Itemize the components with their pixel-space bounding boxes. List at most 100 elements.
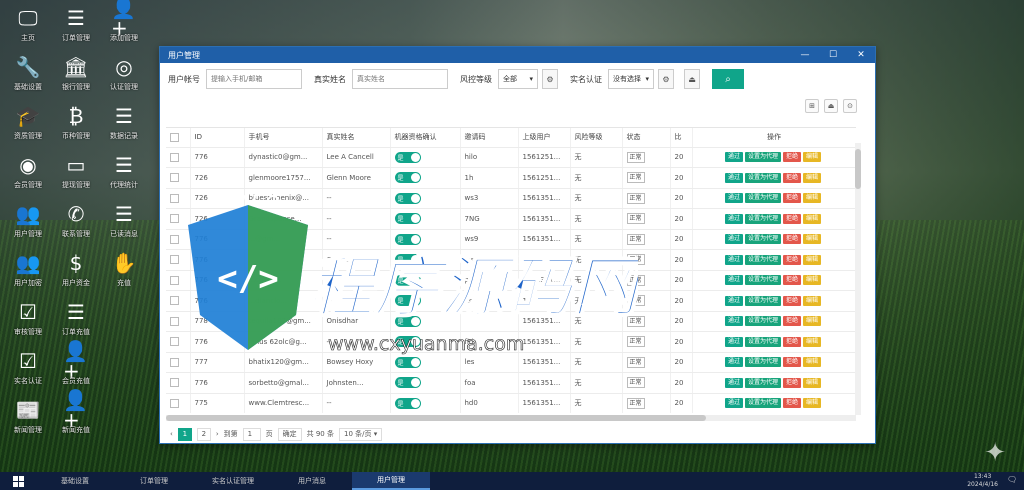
edit-button[interactable]: 编辑 [803,295,822,306]
qualification-toggle[interactable]: 是 [394,192,421,204]
window-titlebar[interactable]: 用户管理 — ☐ ✕ [160,47,875,63]
row-checkbox[interactable] [166,393,191,413]
column-header-name[interactable]: 真实姓名 [322,128,391,148]
desktop-shortcut[interactable]: 📰 新闻管理 [4,396,52,445]
prev-page-button[interactable]: ‹ [170,430,173,438]
audit-status-select[interactable]: 没有选择 ▾ [608,69,654,89]
qualification-toggle[interactable]: 是 [394,397,421,409]
column-header-invite-code[interactable]: 邀请码 [460,128,519,148]
per-page-select[interactable]: 10 条/页 ▾ [338,427,383,441]
desktop-shortcut[interactable]: ✋ 充值 [100,249,148,298]
approve-button[interactable]: 通过 [724,295,743,306]
edit-button[interactable]: 编辑 [803,377,822,388]
qualification-toggle[interactable]: 是 [394,336,421,348]
approve-button[interactable]: 通过 [724,316,743,327]
approve-button[interactable]: 通过 [724,336,743,347]
desktop-shortcut[interactable]: ✆ 联系管理 [52,200,100,249]
desktop-shortcut[interactable]: 🎓 资质管理 [4,102,52,151]
reject-button[interactable]: 拒绝 [783,336,802,347]
desktop-shortcut[interactable]: ☑ 实名认证 [4,347,52,396]
row-checkbox[interactable] [166,229,191,250]
edit-button[interactable]: 编辑 [803,213,822,224]
row-checkbox[interactable] [166,249,191,271]
taskbar-task[interactable]: 实名认证管理 [194,472,272,490]
approve-button[interactable]: 通过 [724,234,743,245]
desktop-shortcut[interactable]: ☰ 已读消息 [100,200,148,249]
reject-button[interactable]: 拒绝 [783,357,802,368]
edit-button[interactable]: 编辑 [803,316,822,327]
qualification-toggle[interactable]: 是 [394,233,421,245]
row-checkbox[interactable] [166,290,191,312]
status-badge[interactable]: 正常 [626,151,645,163]
horizontal-scrollbar-thumb[interactable] [166,415,706,421]
taskbar-task[interactable]: 基础设置 [36,472,114,490]
vertical-scrollbar[interactable] [855,143,861,415]
table-row[interactable]: 776 ...@gm... -- 是 ws9 1561351... 无正常 20 通过 设置为代理… [166,229,856,250]
table-row[interactable]: 776... Castro C. 是 les 1561351... 无正常 20 通过 设置为代… [166,249,856,271]
table-row[interactable]: 776 ...co@g... -- 是 ps 1561351... 无正常 20 通过 设置为代理… [166,270,856,291]
risk-level-select[interactable]: 全部 ▾ [498,69,538,89]
page-2-button[interactable]: 2 [196,427,211,441]
account-search-input[interactable] [206,69,302,89]
approve-button[interactable]: 通过 [724,398,743,409]
qualification-toggle[interactable]: 是 [394,213,421,225]
table-row[interactable]: 776 dynastic0@gm... Lee A Cancell 是 hilo 1561… [166,147,856,168]
qualification-toggle[interactable]: 是 [394,254,421,266]
table-row[interactable]: 778 tequila187@gm... Onisdhar 是 1561351... 无正… [166,311,856,332]
column-header-status[interactable]: 状态 [622,128,671,148]
set-agent-button[interactable]: 设置为代理 [744,234,781,245]
edit-button[interactable]: 编辑 [803,172,822,183]
audit-settings-gear-icon[interactable]: ⚙ [658,69,674,89]
notification-icon[interactable]: 🗨 [1007,475,1018,486]
vertical-scrollbar-thumb[interactable] [855,149,861,189]
status-badge[interactable]: 正常 [626,356,645,368]
qualification-toggle[interactable]: 是 [394,172,421,184]
set-agent-button[interactable]: 设置为代理 [744,172,781,183]
row-checkbox[interactable] [166,147,191,168]
edit-button[interactable]: 编辑 [803,254,822,265]
approve-button[interactable]: 通过 [724,357,743,368]
windows-start-button[interactable] [0,472,36,490]
close-button[interactable]: ✕ [847,47,875,63]
desktop-shortcut[interactable]: 👥 用户加密 [4,249,52,298]
row-checkbox[interactable] [166,352,191,373]
maximize-button[interactable]: ☐ [819,47,847,63]
minimize-button[interactable]: — [791,47,819,63]
table-row[interactable]: 726 glenmoore1757... Glenn Moore 是 1h 1561251… [166,167,856,189]
table-row[interactable]: 726 bluesphoenix@... -- 是 ws3 1561351... 无正常 20… [166,188,856,209]
desktop-shortcut[interactable]: ◎ 认证管理 [100,53,148,102]
risk-settings-gear-icon[interactable]: ⚙ [542,69,558,89]
table-row[interactable]: 775 www.Clemtresc... -- 是 hd0 1561351... 无正常 20… [166,393,856,413]
status-badge[interactable]: 正常 [626,397,645,409]
set-agent-button[interactable]: 设置为代理 [744,213,781,224]
reject-button[interactable]: 拒绝 [783,275,802,286]
search-button[interactable]: ⌕ [712,69,744,89]
reject-button[interactable]: 拒绝 [783,234,802,245]
qualification-toggle[interactable]: 是 [394,356,421,368]
horizontal-scrollbar[interactable] [166,415,856,421]
edit-button[interactable]: 编辑 [803,357,822,368]
status-badge[interactable]: 正常 [626,336,645,348]
page-1-button[interactable]: 1 [177,427,192,441]
desktop-shortcut[interactable]: ☰ 数据记录 [100,102,148,151]
status-badge[interactable]: 正常 [626,192,645,204]
row-checkbox[interactable] [166,311,191,332]
set-agent-button[interactable]: 设置为代理 [744,152,781,163]
taskbar-task[interactable]: 用户消息 [273,472,351,490]
desktop-shortcut[interactable]: ☰ 订单管理 [52,4,100,53]
next-page-button[interactable]: › [216,430,219,438]
table-row[interactable]: 777 bhatix120@gm... Bowsey Hoxy 是 les 1561351… [166,352,856,373]
reject-button[interactable]: 拒绝 [783,172,802,183]
status-badge[interactable]: 正常 [626,295,645,307]
row-checkbox[interactable] [166,372,191,394]
qualification-toggle[interactable]: 是 [394,151,421,163]
status-badge[interactable]: 正常 [626,315,645,327]
export-table-icon[interactable]: ⏏ [824,99,838,113]
taskbar-task[interactable]: 用户管理 [352,472,430,490]
approve-button[interactable]: 通过 [724,254,743,265]
row-checkbox[interactable] [166,270,191,291]
row-checkbox[interactable] [166,167,191,189]
status-badge[interactable]: 正常 [626,274,645,286]
row-checkbox[interactable] [166,188,191,209]
desktop-shortcut[interactable]: ☑ 审核管理 [4,298,52,347]
